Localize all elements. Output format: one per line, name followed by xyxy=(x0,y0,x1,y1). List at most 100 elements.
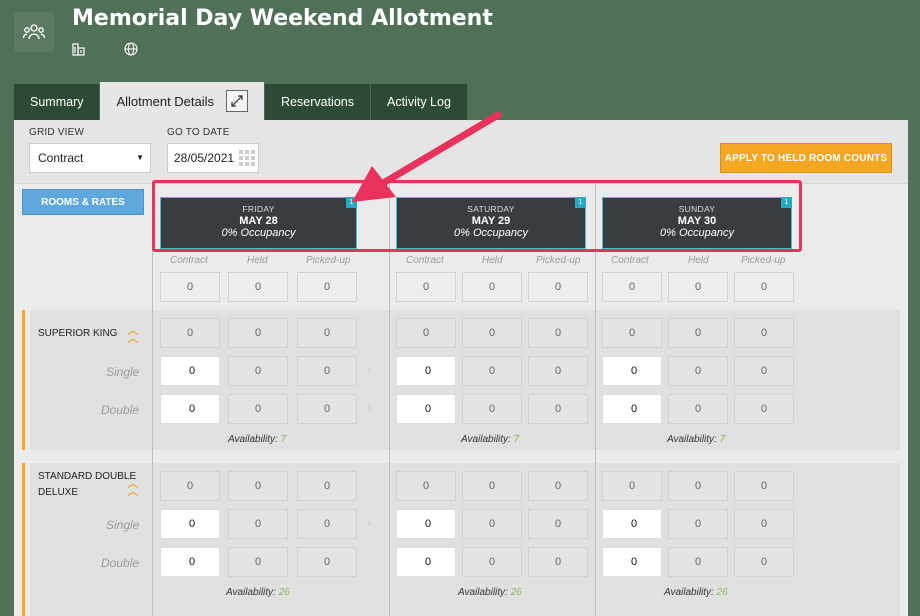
rate-row-label: Double xyxy=(101,556,140,570)
tab-activity-log[interactable]: Activity Log xyxy=(370,84,468,120)
group-icon xyxy=(14,12,54,52)
picked-up-cell: 0 xyxy=(734,394,794,424)
availability-label: Availability: xyxy=(664,587,714,598)
held-cell: 0 xyxy=(462,547,522,577)
room-summary-cell: 0 xyxy=(297,471,357,501)
room-summary-cell: 0 xyxy=(668,471,728,501)
availability-count: 26 xyxy=(510,587,522,598)
room-type-name: SUPERIOR KING xyxy=(38,326,117,342)
contract-input[interactable]: 0 xyxy=(160,509,220,539)
rooms-rates-button[interactable]: ROOMS & RATES xyxy=(22,189,144,215)
held-cell: 0 xyxy=(228,509,288,539)
room-summary-cell: 0 xyxy=(602,471,662,501)
chevron-right-icon[interactable]: › xyxy=(367,399,372,415)
room-summary-cell: 0 xyxy=(668,318,728,348)
held-cell: 0 xyxy=(668,394,728,424)
contract-input[interactable]: 0 xyxy=(602,547,662,577)
room-name-line: SUPERIOR KING xyxy=(38,328,118,339)
contract-input[interactable]: 0 xyxy=(160,394,220,424)
calendar-icon[interactable] xyxy=(239,150,255,166)
contract-input[interactable]: 0 xyxy=(602,394,662,424)
tab-allotment-details[interactable]: Allotment Details xyxy=(100,82,266,120)
tab-summary[interactable]: Summary xyxy=(14,84,101,120)
rate-row-label: Single xyxy=(106,365,140,379)
picked-up-cell: 0 xyxy=(734,547,794,577)
availability-count: 7 xyxy=(513,434,520,445)
room-summary-cell: 0 xyxy=(462,318,522,348)
room-summary-cell: 0 xyxy=(160,471,220,501)
availability-text: Availability: 7 xyxy=(667,434,725,445)
held-cell: 0 xyxy=(462,509,522,539)
availability-text: Availability: 7 xyxy=(228,434,286,445)
building-icon[interactable] xyxy=(72,42,86,61)
collapse-chevron-icon[interactable]: ︿ ︿ xyxy=(128,480,138,498)
picked-up-cell: 0 xyxy=(734,509,794,539)
held-cell: 0 xyxy=(462,394,522,424)
room-summary-cell: 0 xyxy=(228,318,288,348)
room-summary-cell: 0 xyxy=(528,318,588,348)
column-header-held: Held xyxy=(688,255,709,266)
contract-input[interactable]: 0 xyxy=(396,394,456,424)
picked-up-cell: 0 xyxy=(297,356,357,386)
picked-up-cell: 0 xyxy=(528,547,588,577)
total-picked-up-cell: 0 xyxy=(734,272,794,302)
held-cell: 0 xyxy=(228,394,288,424)
availability-text: Availability: 26 xyxy=(458,587,522,598)
room-summary-cell: 0 xyxy=(396,471,456,501)
total-picked-up-cell: 0 xyxy=(528,272,588,302)
tab-reservations[interactable]: Reservations xyxy=(265,84,371,120)
tab-label: Allotment Details xyxy=(116,93,215,109)
held-cell: 0 xyxy=(668,509,728,539)
contract-input[interactable]: 0 xyxy=(160,547,220,577)
room-type-name: STANDARD DOUBLE DELUXE xyxy=(38,469,136,501)
contract-input[interactable]: 0 xyxy=(602,509,662,539)
contract-input[interactable]: 0 xyxy=(396,547,456,577)
total-held-cell: 0 xyxy=(462,272,522,302)
total-held-cell: 0 xyxy=(668,272,728,302)
room-summary-cell: 0 xyxy=(734,318,794,348)
column-header-held: Held xyxy=(482,255,503,266)
availability-count: 7 xyxy=(719,434,726,445)
picked-up-cell: 0 xyxy=(297,394,357,424)
globe-icon[interactable] xyxy=(124,42,138,61)
room-accent-bar xyxy=(22,310,25,450)
room-summary-cell: 0 xyxy=(602,318,662,348)
room-summary-cell: 0 xyxy=(396,318,456,348)
held-cell: 0 xyxy=(668,547,728,577)
goto-date-label: GO TO DATE xyxy=(167,127,230,138)
column-header-contract: Contract xyxy=(406,255,444,266)
contract-input[interactable]: 0 xyxy=(602,356,662,386)
column-header-picked-up: Picked-up xyxy=(741,255,786,266)
caret-down-icon: ▼ xyxy=(136,153,144,162)
room-summary-cell: 0 xyxy=(297,318,357,348)
availability-label: Availability: xyxy=(461,434,511,445)
room-summary-cell: 0 xyxy=(462,471,522,501)
contract-input[interactable]: 0 xyxy=(160,356,220,386)
grid-view-select[interactable]: Contract ▼ xyxy=(29,143,151,173)
column-header-picked-up: Picked-up xyxy=(306,255,351,266)
contract-input[interactable]: 0 xyxy=(396,509,456,539)
apply-held-room-counts-button[interactable]: APPLY TO HELD ROOM COUNTS xyxy=(720,143,892,173)
availability-label: Availability: xyxy=(226,587,276,598)
availability-label: Availability: xyxy=(458,587,508,598)
goto-date-input[interactable]: 28/05/2021 xyxy=(167,143,259,173)
chevron-right-icon[interactable]: › xyxy=(367,514,372,530)
rate-row-label: Single xyxy=(106,518,140,532)
expand-icon[interactable] xyxy=(226,90,249,112)
availability-label: Availability: xyxy=(667,434,717,445)
availability-text: Availability: 7 xyxy=(461,434,519,445)
contract-input[interactable]: 0 xyxy=(396,356,456,386)
toolbar: GRID VIEW Contract ▼ GO TO DATE 28/05/20… xyxy=(14,120,908,184)
room-summary-cell: 0 xyxy=(160,318,220,348)
total-contract-cell: 0 xyxy=(160,272,220,302)
held-cell: 0 xyxy=(668,356,728,386)
availability-text: Availability: 26 xyxy=(226,587,290,598)
room-summary-cell: 0 xyxy=(734,471,794,501)
availability-count: 7 xyxy=(280,434,287,445)
picked-up-cell: 0 xyxy=(297,509,357,539)
total-picked-up-cell: 0 xyxy=(297,272,357,302)
chevron-right-icon[interactable]: › xyxy=(367,361,372,377)
picked-up-cell: 0 xyxy=(528,356,588,386)
collapse-chevron-icon[interactable]: ︿ ︿ xyxy=(128,327,138,345)
availability-text: Availability: 26 xyxy=(664,587,728,598)
